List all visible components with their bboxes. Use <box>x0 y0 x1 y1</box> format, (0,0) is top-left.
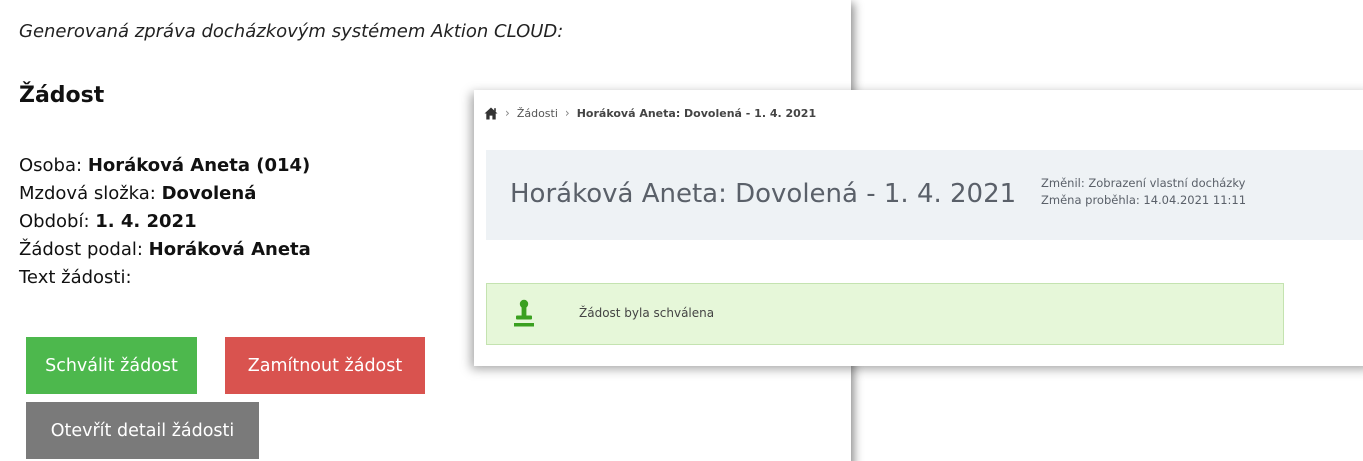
change-meta: Změnil: Zobrazení vlastní docházky Změna… <box>1041 175 1246 209</box>
detail-label: Mzdová složka: <box>19 183 162 204</box>
detail-label: Osoba: <box>19 155 88 176</box>
home-icon[interactable] <box>484 107 498 120</box>
detail-value: Horáková Aneta <box>148 239 311 260</box>
breadcrumb-item-requests[interactable]: Žádosti <box>517 107 558 120</box>
page-title: Horáková Aneta: Dovolená - 1. 4. 2021 <box>510 179 1017 209</box>
detail-submitted-by: Žádost podal: Horáková Aneta <box>19 236 311 264</box>
breadcrumb-item-current: Horáková Aneta: Dovolená - 1. 4. 2021 <box>576 106 817 120</box>
detail-person: Osoba: Horáková Aneta (014) <box>19 152 311 180</box>
title-band: Horáková Aneta: Dovolená - 1. 4. 2021 Zm… <box>486 150 1363 240</box>
breadcrumb-separator-icon: › <box>564 106 570 120</box>
email-intro: Generovaná zpráva docházkovým systémem A… <box>19 21 564 42</box>
open-request-detail-button[interactable]: Otevřít detail žádosti <box>26 402 259 459</box>
screenshot-stage: Generovaná zpráva docházkovým systémem A… <box>0 0 1363 461</box>
status-message: Žádost byla schválena <box>579 306 715 320</box>
breadcrumb-separator-icon: › <box>505 106 510 120</box>
breadcrumb: › Žádosti › Horáková Aneta: Dovolená - 1… <box>484 106 816 120</box>
approval-status-box: Žádost byla schválena <box>486 283 1284 345</box>
detail-wage-component: Mzdová složka: Dovolená <box>19 180 311 208</box>
request-details: Osoba: Horáková Aneta (014) Mzdová složk… <box>19 152 311 292</box>
email-heading: Žádost <box>19 83 105 108</box>
changed-at-text: Změna proběhla: 14.04.2021 11:11 <box>1041 193 1247 207</box>
changed-by-text: Změnil: Zobrazení vlastní docházky <box>1041 176 1246 190</box>
stamp-icon <box>513 299 535 329</box>
detail-label: Text žádosti: <box>19 267 132 288</box>
detail-label: Období: <box>19 211 96 232</box>
detail-value: Dovolená <box>161 183 257 204</box>
detail-label: Žádost podal: <box>19 239 149 260</box>
approve-request-button[interactable]: Schválit žádost <box>26 337 197 394</box>
detail-request-text: Text žádosti: <box>19 264 311 292</box>
detail-value: Horáková Aneta (014) <box>87 155 311 176</box>
app-panel: › Žádosti › Horáková Aneta: Dovolená - 1… <box>474 90 1363 366</box>
reject-request-button[interactable]: Zamítnout žádost <box>225 337 425 394</box>
detail-value: 1. 4. 2021 <box>95 211 197 232</box>
detail-period: Období: 1. 4. 2021 <box>19 208 311 236</box>
